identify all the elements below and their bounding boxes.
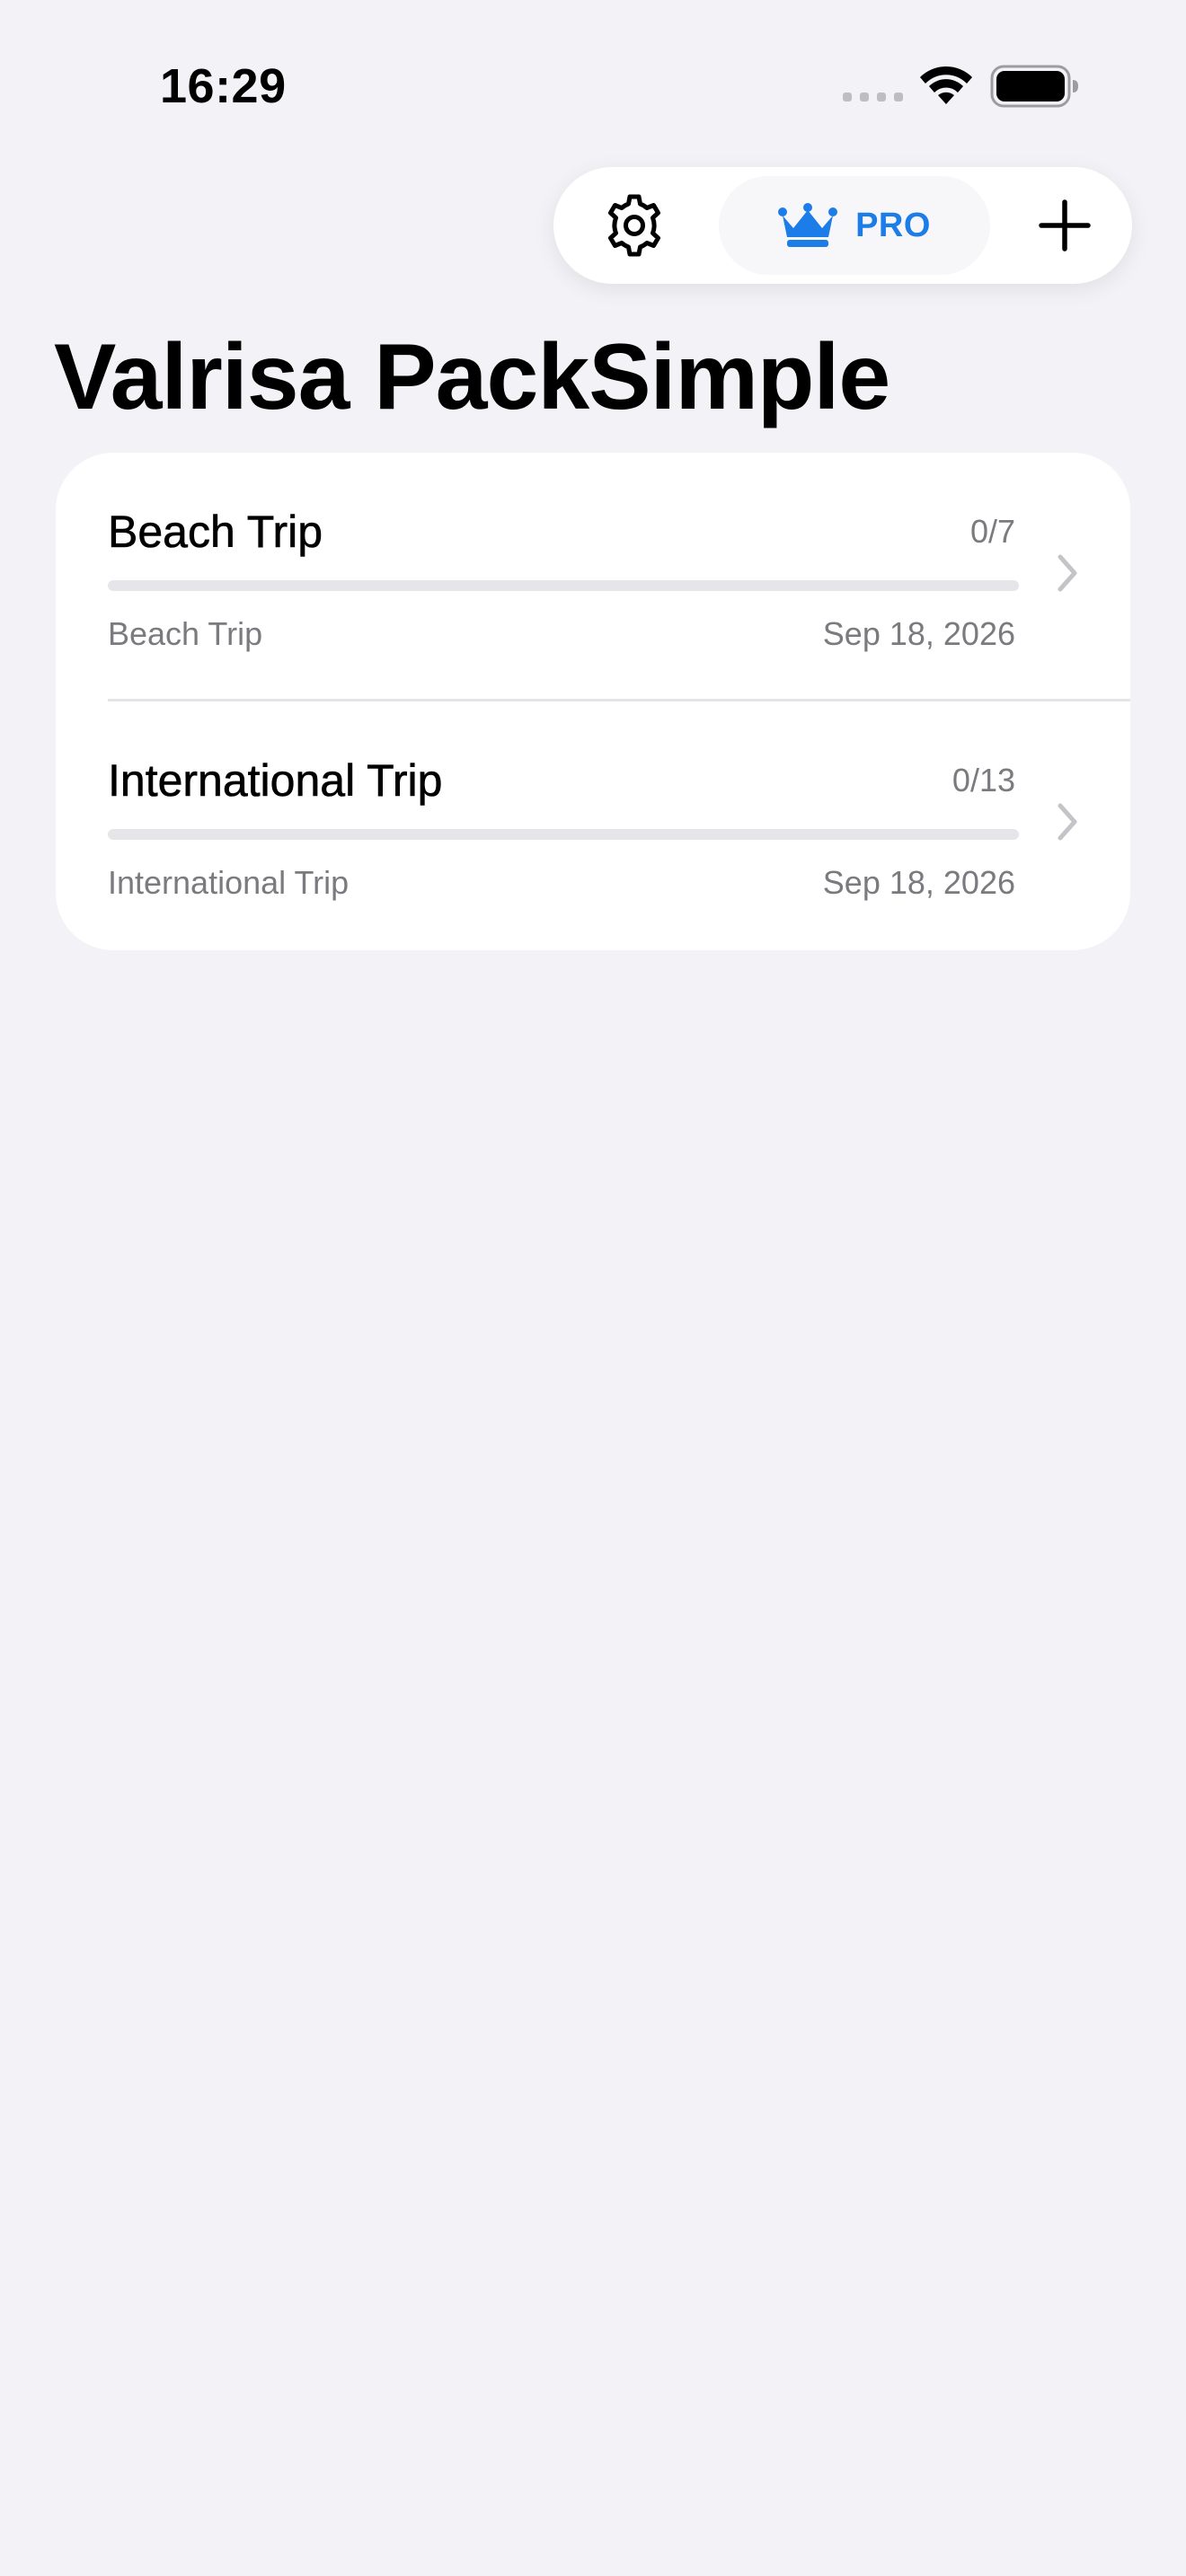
- page-title: Valrisa PackSimple: [54, 325, 890, 429]
- crown-icon: [778, 203, 838, 247]
- trip-subtitle: Beach Trip: [108, 615, 263, 652]
- packing-progress-bar: [108, 580, 1019, 591]
- trip-name: Beach Trip: [108, 507, 323, 558]
- trip-row[interactable]: International Trip 0/13 International Tr…: [56, 701, 1130, 950]
- trip-date: Sep 18, 2026: [822, 615, 1015, 652]
- trip-date: Sep 18, 2026: [822, 864, 1015, 901]
- pro-label: PRO: [855, 206, 931, 244]
- trip-list: Beach Trip 0/7 Beach Trip Sep 18, 2026 I…: [56, 453, 1130, 950]
- gear-icon: [608, 194, 660, 257]
- packed-count: 0/13: [951, 762, 1015, 798]
- wifi-icon: [920, 66, 972, 104]
- battery-icon: [990, 65, 1078, 108]
- cellular-signal-icon: [843, 93, 903, 101]
- plus-icon: [1039, 199, 1091, 251]
- trip-name: International Trip: [108, 755, 443, 807]
- packing-progress-bar: [108, 829, 1019, 840]
- trip-subtitle: International Trip: [108, 864, 350, 901]
- status-time: 16:29: [160, 59, 287, 113]
- pro-button[interactable]: PRO: [719, 176, 990, 275]
- settings-button[interactable]: [571, 167, 697, 284]
- add-trip-button[interactable]: [1015, 167, 1114, 284]
- trip-row[interactable]: Beach Trip 0/7 Beach Trip Sep 18, 2026: [56, 453, 1130, 701]
- toolbar: PRO: [553, 167, 1132, 284]
- chevron-right-icon: [1058, 554, 1077, 592]
- packed-count: 0/7: [969, 513, 1015, 550]
- status-indicators: [836, 63, 1078, 113]
- chevron-right-icon: [1058, 803, 1077, 841]
